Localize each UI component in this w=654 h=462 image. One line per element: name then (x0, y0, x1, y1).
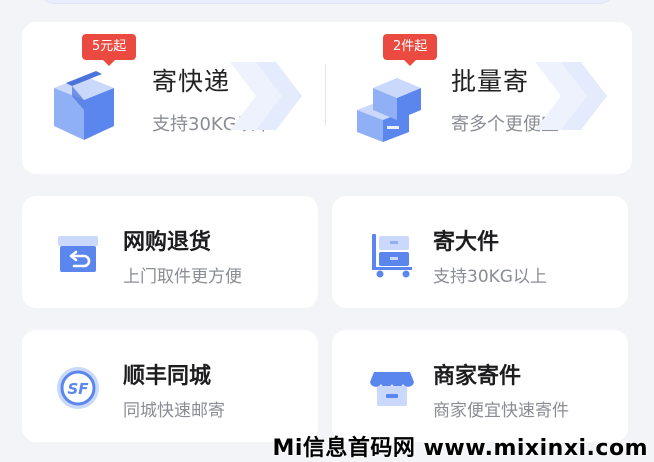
package-box-icon (54, 71, 114, 140)
hero-title: 寄快递 (152, 67, 231, 96)
cart-icon (372, 234, 412, 278)
price-badge: 5元起 (82, 34, 137, 66)
tile-subtitle: 上门取件更方便 (123, 267, 242, 287)
tile-title: 网购退货 (123, 230, 212, 255)
svg-text:SF: SF (67, 380, 89, 398)
service-tile-same-city[interactable]: SF 顺丰同城 同城快速邮寄 (22, 330, 318, 442)
tile-subtitle: 商家便宜快速寄件 (433, 401, 569, 421)
hero-title: 批量寄 (451, 67, 530, 96)
top-banner-edge (40, 0, 614, 4)
shop-icon (370, 372, 414, 406)
hero-divider (325, 64, 326, 126)
tile-subtitle: 支持30KG以上 (433, 267, 547, 287)
return-box-icon (58, 236, 98, 272)
tile-subtitle: 同城快速邮寄 (123, 401, 225, 421)
service-tile-merchant[interactable]: 商家寄件 商家便宜快速寄件 (332, 330, 628, 442)
sf-logo-icon: SF (57, 367, 99, 409)
service-tile-large-item[interactable]: 寄大件 支持30KG以上 (332, 196, 628, 308)
stacked-boxes-icon (357, 78, 421, 142)
quantity-badge: 2件起 (383, 34, 438, 66)
batch-send-entry[interactable]: 2件起 批量寄 寄多个更便宜 (327, 22, 632, 174)
hero-card: 5元起 寄快递 支持30KG以下 2件起 批量寄 寄多个更便宜 (22, 22, 632, 174)
tile-title: 寄大件 (433, 230, 500, 255)
tile-title: 商家寄件 (433, 364, 522, 389)
chevron-right-icon (230, 62, 302, 130)
send-express-entry[interactable]: 5元起 寄快递 支持30KG以下 (22, 22, 327, 174)
watermark: Mi信息首码网 www.mixinxi.com (272, 436, 648, 461)
chevron-right-icon (535, 62, 607, 130)
tile-title: 顺丰同城 (123, 364, 212, 389)
service-tile-return[interactable]: 网购退货 上门取件更方便 (22, 196, 318, 308)
